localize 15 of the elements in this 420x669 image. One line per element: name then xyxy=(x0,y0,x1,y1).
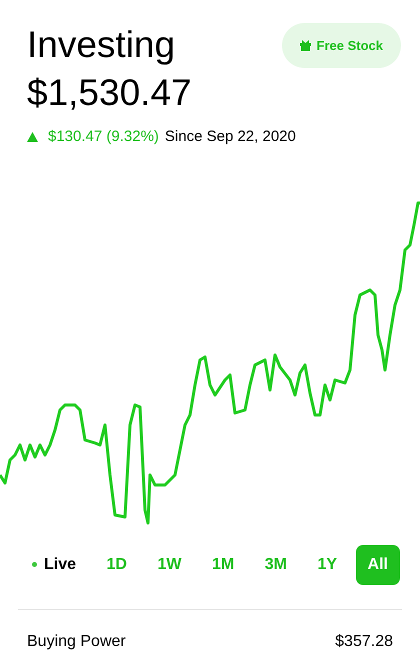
gift-icon xyxy=(300,40,311,51)
portfolio-value: $1,530.47 xyxy=(27,71,192,115)
change-amount: $130.47 (9.32%) xyxy=(48,127,159,147)
range-tab[interactable]: 3M xyxy=(252,544,299,584)
buying-power-label: Buying Power xyxy=(27,632,126,652)
page-title: Investing xyxy=(27,23,176,67)
range-tab[interactable]: Live xyxy=(20,544,88,584)
range-tab[interactable]: 1W xyxy=(145,544,194,584)
range-tab[interactable]: All xyxy=(356,544,400,584)
free-stock-button[interactable]: Free Stock xyxy=(282,23,401,68)
buying-power-value: $357.28 xyxy=(335,632,393,652)
range-tab[interactable]: 1Y xyxy=(305,544,350,584)
range-tab[interactable]: 1D xyxy=(94,544,139,584)
change-since-date: Since Sep 22, 2020 xyxy=(164,127,296,147)
range-tab[interactable]: 1M xyxy=(200,544,246,584)
